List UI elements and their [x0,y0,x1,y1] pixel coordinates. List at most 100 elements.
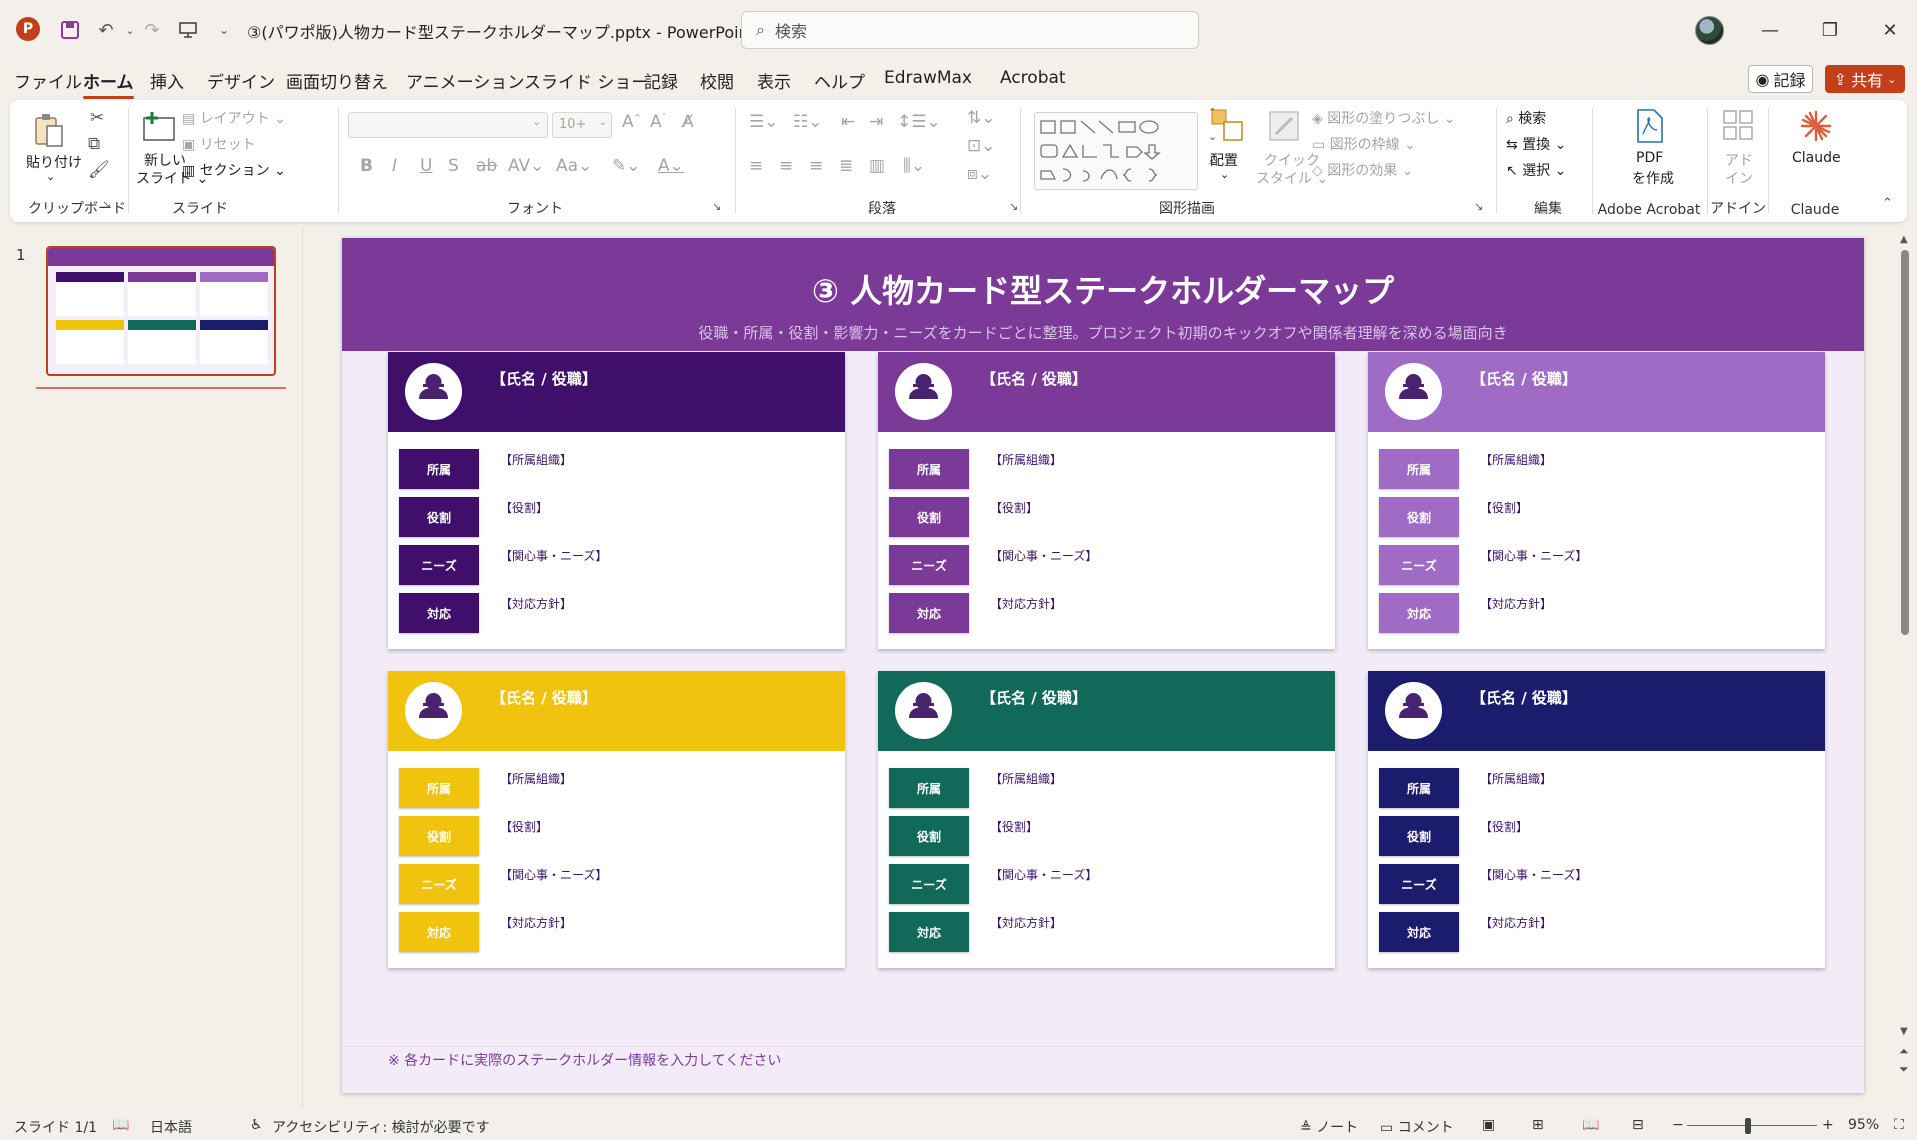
card-field-value[interactable]: 【関心事・ニーズ】 [500,866,607,883]
replace-button[interactable]: ⇆ 置換 ⌄ [1506,134,1566,154]
collapse-ribbon-icon[interactable]: ⌃ [1882,196,1893,211]
card-field-value[interactable]: 【関心事・ニーズ】 [990,547,1097,564]
stakeholder-card[interactable]: 【氏名 / 役職】 所属 【所属組織】 役割 【役割】 ニーズ 【関心事・ニーズ】 対応 【対応… [878,671,1335,968]
card-field-value[interactable]: 【対応方針】 [1480,914,1552,931]
tab-help[interactable]: ヘルプ [814,68,865,93]
restore-icon[interactable]: ❐ [1816,16,1844,44]
card-field-value[interactable]: 【役割】 [990,818,1038,835]
comments-button[interactable]: ▭ コメント [1380,1117,1454,1137]
section-button[interactable]: ▥ セクション ⌄ [182,160,286,180]
strikethrough-icon[interactable]: ab [476,156,497,176]
slide-footnote[interactable]: ※ 各カードに実際のステークホルダー情報を入力してください [388,1050,781,1070]
card-field-value[interactable]: 【所属組織】 [990,451,1062,468]
card-field-value[interactable]: 【関心事・ニーズ】 [990,866,1097,883]
search-box[interactable]: ⌕ 検索 [741,11,1199,49]
bullets-icon[interactable]: ☰⌄ [749,112,778,132]
stakeholder-card[interactable]: 【氏名 / 役職】 所属 【所属組織】 役割 【役割】 ニーズ 【関心事・ニーズ】 対応 【対応… [388,352,845,649]
card-field-value[interactable]: 【関心事・ニーズ】 [1480,866,1587,883]
slide-subtitle[interactable]: 役職・所属・役割・影響力・ニーズをカードごとに整理。プロジェクト初期のキックオフ… [342,322,1864,343]
previous-slide-icon[interactable]: ⏶ [1899,1044,1909,1059]
stakeholder-card[interactable]: 【氏名 / 役職】 所属 【所属組織】 役割 【役割】 ニーズ 【関心事・ニーズ】 対応 【対応… [878,352,1335,649]
zoom-out-icon[interactable]: − [1672,1117,1684,1133]
minimize-icon[interactable]: — [1756,16,1784,44]
tab-insert[interactable]: 挿入 [150,68,184,93]
change-case-icon[interactable]: Aa⌄ [556,156,592,176]
align-right-icon[interactable]: ≡ [809,156,823,176]
card-name-role[interactable]: 【氏名 / 役職】 [981,368,1087,389]
slideshow-view-icon[interactable]: ⊟ [1632,1117,1644,1133]
tab-acrobat[interactable]: Acrobat [1000,68,1066,88]
undo-icon[interactable]: ↶ [94,18,118,42]
stakeholder-card[interactable]: 【氏名 / 役職】 所属 【所属組織】 役割 【役割】 ニーズ 【関心事・ニーズ】 対応 【対応… [1368,352,1825,649]
paste-button[interactable]: 貼り付け [26,152,82,172]
save-icon[interactable] [58,18,82,42]
slide-counter[interactable]: スライド 1/1 [14,1117,97,1137]
reset-button[interactable]: ▣ リセット [182,134,256,154]
card-field-value[interactable]: 【所属組織】 [990,770,1062,787]
clipboard-launcher-icon[interactable]: ↘ [102,198,111,211]
tab-transitions[interactable]: 画面切り替え [286,68,388,93]
next-slide-icon[interactable]: ⏷ [1899,1062,1909,1077]
bold-icon[interactable]: B [360,156,373,176]
char-spacing-icon[interactable]: AV⌄ [508,156,544,176]
card-name-role[interactable]: 【氏名 / 役職】 [491,687,597,708]
card-field-value[interactable]: 【所属組織】 [500,451,572,468]
tab-slideshow[interactable]: スライド ショー [524,68,648,93]
claude-button[interactable]: Claude [1792,150,1841,166]
scroll-up-icon[interactable]: ▲ [1900,234,1908,245]
card-field-value[interactable]: 【対応方針】 [500,595,572,612]
align-center-icon[interactable]: ≡ [779,156,793,176]
paste-dropdown-icon[interactable]: ⌄ [46,170,55,183]
card-field-value[interactable]: 【関心事・ニーズ】 [500,547,607,564]
spelling-check-icon[interactable]: 📖 [112,1117,129,1133]
tab-animations[interactable]: アニメーション [406,68,524,93]
tab-review[interactable]: 校閲 [700,68,734,93]
slide-thumbnail[interactable] [46,246,276,376]
undo-dropdown-icon[interactable]: ⌄ [118,18,142,42]
increase-font-icon[interactable]: A^ [622,112,641,132]
paragraph-launcher-icon[interactable]: ↘ [1009,200,1018,213]
reading-view-icon[interactable]: 📖 [1582,1117,1599,1133]
card-name-role[interactable]: 【氏名 / 役職】 [491,368,597,389]
card-field-value[interactable]: 【役割】 [500,499,548,516]
addins-label-2[interactable]: イン [1725,168,1753,188]
zoom-in-icon[interactable]: + [1822,1117,1834,1133]
tab-view[interactable]: 表示 [757,68,791,93]
card-field-value[interactable]: 【役割】 [1480,818,1528,835]
stakeholder-card[interactable]: 【氏名 / 役職】 所属 【所属組織】 役割 【役割】 ニーズ 【関心事・ニーズ】 対応 【対応… [388,671,845,968]
font-color-icon[interactable]: A⌄ [658,156,684,176]
card-field-value[interactable]: 【所属組織】 [1480,770,1552,787]
justify-icon[interactable]: ≣ [839,156,853,176]
text-direction-icon[interactable]: ⇅⌄ [967,108,996,128]
slide-canvas[interactable]: ③ 人物カード型ステークホルダーマップ 役職・所属・役割・影響力・ニーズをカード… [342,238,1864,1093]
card-name-role[interactable]: 【氏名 / 役職】 [1471,687,1577,708]
clear-formatting-icon[interactable]: A̸ [682,112,694,132]
zoom-slider[interactable] [1687,1125,1817,1126]
card-field-value[interactable]: 【関心事・ニーズ】 [1480,547,1587,564]
normal-view-icon[interactable]: ▣ [1482,1117,1495,1133]
share-button[interactable]: ⇪ 共有 ⌄ [1825,65,1905,93]
cut-icon[interactable]: ✂ [90,108,104,128]
align-left-icon[interactable]: ≡ [749,156,763,176]
stakeholder-card[interactable]: 【氏名 / 役職】 所属 【所属組織】 役割 【役割】 ニーズ 【関心事・ニーズ】 対応 【対応… [1368,671,1825,968]
drawing-launcher-icon[interactable]: ↘ [1474,200,1483,213]
pdf-create-label-2[interactable]: を作成 [1632,168,1674,188]
card-field-value[interactable]: 【対応方針】 [500,914,572,931]
paste-icon[interactable] [32,112,66,147]
tab-design[interactable]: デザイン [207,68,275,93]
italic-icon[interactable]: I [392,156,397,176]
font-size-box[interactable]: 10+ ⌄ [552,112,612,138]
decrease-indent-icon[interactable]: ⇤ [841,112,855,132]
shadow-icon[interactable]: S [448,156,459,176]
copy-icon[interactable]: ⧉ [88,134,100,154]
font-launcher-icon[interactable]: ↘ [712,200,721,213]
pdf-create-label-1[interactable]: PDF [1636,150,1663,166]
layout-button[interactable]: ▤ レイアウト ⌄ [182,108,286,128]
line-spacing-icon[interactable]: ↕☰⌄ [897,112,941,132]
card-field-value[interactable]: 【所属組織】 [500,770,572,787]
highlight-icon[interactable]: ✎⌄ [612,156,641,176]
underline-icon[interactable]: U [420,156,432,176]
addins-icon[interactable] [1721,108,1755,142]
card-field-value[interactable]: 【役割】 [500,818,548,835]
redo-icon[interactable]: ↷ [140,18,164,42]
